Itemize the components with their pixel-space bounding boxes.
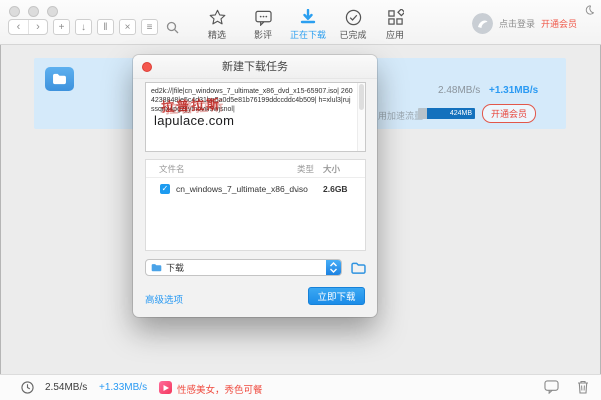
quota-progress-bar: 424MB bbox=[418, 108, 475, 119]
scrollbar-thumb[interactable] bbox=[359, 84, 364, 110]
column-size: 大小 bbox=[323, 163, 365, 175]
column-type: 类型 bbox=[297, 163, 323, 175]
clock-icon bbox=[21, 381, 34, 399]
minimize-window-button[interactable] bbox=[28, 6, 39, 17]
status-bar: 2.54MB/s +1.33MB/s 性感美女，秀色可餐 bbox=[0, 374, 601, 400]
column-filename: 文件名 bbox=[159, 163, 297, 175]
night-mode-icon[interactable] bbox=[584, 2, 594, 20]
task-open-vip-button[interactable]: 开通会员 bbox=[482, 104, 536, 123]
watermark-site: lapulace.com bbox=[154, 116, 353, 125]
download-now-button[interactable]: 立即下载 bbox=[308, 287, 365, 305]
trash-icon[interactable] bbox=[577, 380, 589, 399]
tab-apps[interactable]: 应用 bbox=[372, 7, 418, 41]
tab-featured[interactable]: 精选 bbox=[194, 7, 240, 41]
url-line-1: ed2k://|file|cn_windows_7_ultimate_x86_d… bbox=[151, 88, 339, 95]
grid-icon bbox=[372, 7, 418, 26]
download-arrow-icon bbox=[285, 7, 331, 26]
add-task-icon[interactable]: + bbox=[53, 19, 70, 35]
total-boost-speed: +1.33MB/s bbox=[99, 382, 147, 393]
task-boost-speed: +1.31MB/s bbox=[489, 85, 538, 96]
file-list-panel: 文件名 类型 大小 cn_windows_7_ultimate_x86_dvd_… bbox=[145, 159, 366, 251]
tab-completed[interactable]: 已完成 bbox=[330, 7, 376, 41]
ad-text-link[interactable]: 性感美女，秀色可餐 bbox=[177, 382, 263, 396]
file-type: iso bbox=[297, 184, 323, 194]
dialog-titlebar: 新建下载任务 bbox=[133, 55, 377, 79]
close-window-button[interactable] bbox=[9, 6, 20, 17]
feedback-icon[interactable] bbox=[544, 380, 559, 399]
file-checkbox-checked[interactable] bbox=[160, 184, 170, 194]
traffic-lights bbox=[9, 6, 58, 17]
file-list-header: 文件名 类型 大小 bbox=[146, 160, 365, 178]
dialog-title: 新建下载任务 bbox=[222, 61, 288, 73]
history-nav-group: ‹ › bbox=[8, 19, 48, 35]
browse-folder-icon bbox=[351, 262, 366, 274]
total-speed: 2.54MB/s bbox=[45, 382, 87, 393]
nav-toolbar: ‹ › + ↓ ‖ × ≡ bbox=[8, 19, 181, 35]
task-speed: 2.48MB/s bbox=[438, 85, 480, 96]
tab-reviews[interactable]: 影评 bbox=[240, 7, 286, 41]
search-icon[interactable] bbox=[163, 19, 181, 35]
file-name: cn_windows_7_ultimate_x86_dvd_x... bbox=[176, 184, 297, 194]
sort-list-icon[interactable]: ≡ bbox=[141, 19, 158, 35]
login-link[interactable]: 点击登录 bbox=[499, 17, 535, 30]
file-row[interactable]: cn_windows_7_ultimate_x86_dvd_x... iso 2… bbox=[146, 178, 365, 199]
pause-task-icon[interactable]: ‖ bbox=[97, 19, 114, 35]
textarea-scrollbar[interactable] bbox=[357, 83, 365, 151]
quota-progress-value: 424MB bbox=[427, 108, 475, 119]
app-window: { "icons": { "back": "‹", "forward": "›"… bbox=[0, 0, 601, 400]
browse-folder-button[interactable] bbox=[349, 260, 367, 275]
folder-icon bbox=[151, 263, 162, 272]
back-icon[interactable]: ‹ bbox=[9, 20, 28, 34]
ad-app-icon[interactable] bbox=[159, 381, 172, 394]
account-area: 点击登录 开通会员 bbox=[472, 13, 577, 34]
comment-icon bbox=[240, 7, 286, 26]
start-task-icon[interactable]: ↓ bbox=[75, 19, 92, 35]
forward-icon[interactable]: › bbox=[28, 20, 47, 34]
new-task-dialog: 新建下载任务 拉普拉斯 ed2k://|file|cn_windows_7_ul… bbox=[133, 55, 377, 317]
tab-downloading-label: 正在下载 bbox=[285, 28, 331, 41]
tab-completed-label: 已完成 bbox=[330, 28, 376, 41]
delete-task-icon[interactable]: × bbox=[119, 19, 136, 35]
tab-apps-label: 应用 bbox=[372, 28, 418, 41]
check-circle-icon bbox=[330, 7, 376, 26]
dialog-close-button[interactable] bbox=[142, 62, 152, 72]
file-size: 2.6GB bbox=[323, 184, 365, 194]
open-vip-link[interactable]: 开通会员 bbox=[541, 17, 577, 30]
quota-progress-used bbox=[418, 108, 427, 119]
select-stepper-icon[interactable] bbox=[326, 260, 341, 275]
advanced-options-link[interactable]: 高级选项 bbox=[145, 292, 183, 306]
titlebar: ‹ › + ↓ ‖ × ≡ 精选 影评 正在下载 已完成 bbox=[0, 0, 601, 45]
tab-downloading[interactable]: 正在下载 bbox=[285, 7, 331, 41]
save-path-value: 下载 bbox=[166, 261, 326, 274]
avatar[interactable] bbox=[472, 13, 493, 34]
star-icon bbox=[194, 7, 240, 26]
url-textarea[interactable]: 拉普拉斯 ed2k://|file|cn_windows_7_ultimate_… bbox=[145, 82, 366, 152]
file-type-icon bbox=[45, 67, 74, 91]
tab-featured-label: 精选 bbox=[194, 28, 240, 41]
save-path-select[interactable]: 下载 bbox=[145, 259, 342, 276]
zoom-window-button[interactable] bbox=[47, 6, 58, 17]
tab-reviews-label: 影评 bbox=[240, 28, 286, 41]
url-text: ed2k://|file|cn_windows_7_ultimate_x86_d… bbox=[146, 83, 365, 125]
statusbar-right-icons bbox=[544, 380, 589, 399]
